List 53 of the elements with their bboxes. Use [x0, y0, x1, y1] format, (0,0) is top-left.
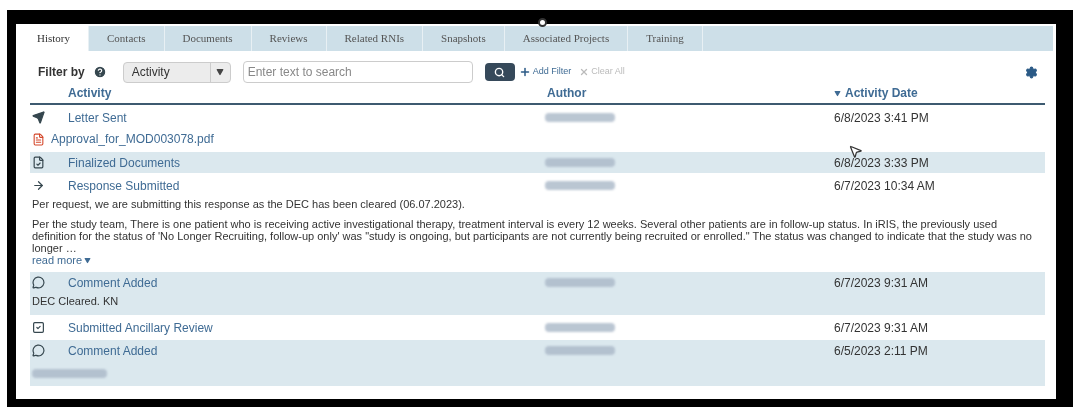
close-icon [579, 67, 590, 77]
attachment-link[interactable]: Approval_for_MOD003078.pdf [51, 130, 214, 148]
redacted-text [545, 158, 615, 167]
search-button[interactable] [484, 63, 515, 81]
redacted-text [545, 278, 615, 287]
resize-handle[interactable] [538, 18, 547, 27]
search-icon [494, 66, 506, 78]
column-header[interactable]: Author [547, 84, 587, 102]
comment-text: Per the study team, There is one patient who is receiving active investigational therapy, treatment interval is every 12 weeks. Several other patients are in follow-up status. In iRIS, the previously used definition for the status of 'No Longer Recruiting, follow-up only' was "study is ongoing, but participants are not currently being recruited or enrolled." The status was changed to indicate that the study was no longer … [32, 218, 1033, 254]
caret-icon [84, 256, 92, 264]
document-check-icon [32, 156, 45, 169]
activity-link[interactable]: Response Submitted [68, 178, 180, 193]
activity-date: 6/5/2023 2:11 PM [834, 342, 928, 360]
activity-link[interactable]: Submitted Ancillary Review [68, 320, 213, 335]
help-icon[interactable] [92, 65, 107, 79]
activity-date: 6/7/2023 9:31 AM [834, 319, 929, 337]
activity-date: 6/8/2023 3:33 PM [834, 154, 929, 172]
filter-label: Filter by [38, 64, 85, 81]
settings-icon[interactable] [1025, 65, 1038, 79]
activity-date: 6/7/2023 10:34 AM [834, 177, 935, 195]
comment-text: DEC Cleared. KN [32, 295, 120, 307]
arrow-right-icon [32, 179, 45, 192]
tab[interactable]: Training [628, 26, 703, 51]
pdf-file-icon [32, 132, 45, 146]
column-header[interactable]: Activity Date [834, 84, 918, 102]
activity-link[interactable]: Comment Added [68, 343, 158, 358]
tab[interactable]: Snapshots [423, 26, 505, 51]
tab[interactable]: History [19, 26, 89, 51]
activity-link[interactable]: Letter Sent [68, 110, 127, 125]
checked-box-icon [32, 321, 45, 334]
redacted-text [545, 113, 615, 122]
activity-date: 6/8/2023 3:41 PM [834, 109, 929, 127]
tab[interactable]: Contacts [89, 26, 165, 51]
comment-text: Per request, we are submitting this response as the DEC has been cleared (06.07.2023). [32, 198, 466, 210]
caret-icon [216, 68, 225, 76]
column-header[interactable]: Activity [68, 84, 112, 102]
activity-link[interactable]: Finalized Documents [68, 155, 181, 170]
speech-bubble-icon [32, 344, 45, 357]
tab[interactable]: Documents [164, 26, 252, 51]
redacted-text [545, 181, 615, 190]
activity-date: 6/7/2023 9:31 AM [834, 274, 929, 292]
add-filter-button[interactable]: Add Filter [518, 65, 572, 79]
caret-icon [834, 89, 841, 97]
redacted-text [545, 346, 615, 355]
tab[interactable]: Reviews [251, 26, 327, 51]
filter-select[interactable]: Activity [122, 61, 231, 83]
search-field[interactable]: Enter text to search [242, 61, 473, 83]
read-more-link[interactable]: read more [32, 254, 92, 266]
plus-icon [518, 66, 531, 78]
tab[interactable]: Related RNIs [326, 26, 424, 51]
activity-link[interactable]: Comment Added [68, 275, 158, 290]
redacted-text [545, 323, 615, 332]
speech-bubble-icon [32, 276, 45, 289]
